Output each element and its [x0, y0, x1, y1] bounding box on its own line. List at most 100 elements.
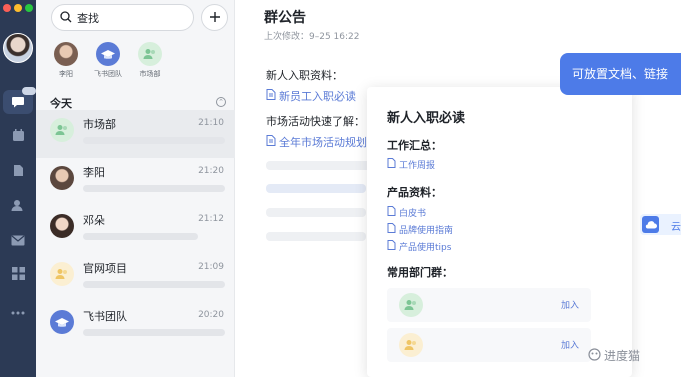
- pinned-label: 市场部: [139, 70, 161, 78]
- document-icon: [266, 89, 276, 103]
- chat-name: 邓朵: [83, 214, 105, 227]
- chat-name: 李阳: [83, 166, 105, 179]
- avatar: [138, 42, 162, 66]
- chat-time: 21:10: [198, 118, 224, 128]
- doc-link-label: 全年市场活动规划: [279, 136, 367, 149]
- chat-item[interactable]: 市场部 21:10: [36, 110, 235, 158]
- contacts-icon: [11, 197, 25, 216]
- cloud-label: 云: [671, 222, 681, 233]
- document-icon: [387, 223, 396, 236]
- app-rail: [0, 0, 36, 377]
- group-icon: [143, 45, 157, 64]
- chat-name: 市场部: [83, 118, 116, 131]
- chat-time: 21:20: [198, 166, 224, 176]
- watermark-logo-icon: [588, 347, 601, 364]
- chat-item[interactable]: 飞书团队 20:20: [36, 302, 235, 350]
- rail-messages[interactable]: [3, 87, 36, 114]
- group-row: 加入: [387, 288, 591, 322]
- page-title: 群公告: [264, 10, 306, 26]
- rail-apps[interactable]: [7, 265, 29, 283]
- group-icon: [404, 296, 418, 315]
- rail-docs[interactable]: [7, 162, 29, 180]
- card-section: 工作汇总：: [387, 139, 442, 152]
- pinned-item[interactable]: 飞书团队: [90, 42, 126, 79]
- add-button[interactable]: [201, 4, 228, 31]
- doc-link[interactable]: 新员工入职必读: [266, 88, 356, 104]
- avatar: [399, 333, 423, 357]
- placeholder-line: [266, 161, 376, 170]
- section-heading: 市场活动快速了解：: [266, 115, 365, 128]
- user-avatar[interactable]: [3, 33, 33, 63]
- doc-link[interactable]: 工作周报: [387, 158, 435, 171]
- message-preview: [83, 281, 225, 288]
- avatar: [50, 118, 74, 142]
- rail-more[interactable]: [7, 300, 29, 318]
- chat-time: 21:09: [198, 262, 224, 272]
- chat-time: 20:20: [198, 310, 224, 320]
- avatar: [54, 42, 78, 66]
- zoom-window-button[interactable]: [25, 4, 33, 12]
- chat-item[interactable]: 李阳 21:20: [36, 158, 235, 206]
- minimize-window-button[interactable]: [14, 4, 22, 12]
- join-button[interactable]: 加入: [561, 298, 579, 311]
- doc-link-label: 产品使用tips: [399, 243, 452, 253]
- doc-link[interactable]: 全年市场活动规划: [266, 134, 367, 150]
- more-dots-icon: [11, 300, 25, 319]
- pinned-label: 李阳: [59, 70, 73, 78]
- placeholder-line: [266, 208, 366, 217]
- card-section: 产品资料：: [387, 186, 442, 199]
- card-title: 新人入职必读: [387, 111, 466, 126]
- avatar: [50, 214, 74, 238]
- document-icon: [387, 158, 396, 171]
- chat-bubble-icon: [11, 93, 25, 112]
- doc-link-label: 白皮书: [399, 209, 427, 219]
- doc-link[interactable]: 品牌使用指南: [387, 223, 453, 236]
- card-section: 常用部门群：: [387, 266, 453, 279]
- close-window-button[interactable]: [3, 4, 11, 12]
- cloud-doc-tab[interactable]: 云: [640, 214, 681, 235]
- section-heading: 新人入职资料：: [266, 69, 343, 82]
- plus-icon: [209, 8, 221, 27]
- section-today: 今天: [50, 97, 72, 110]
- rail-mail[interactable]: [7, 231, 29, 249]
- collapse-icon[interactable]: ⌃: [216, 97, 226, 107]
- group-icon: [55, 121, 69, 140]
- last-modified: 上次修改：9–25 16:22: [264, 32, 360, 42]
- avatar: [50, 310, 74, 334]
- doc-link[interactable]: 白皮书: [387, 206, 426, 219]
- group-icon: [55, 265, 69, 284]
- rail-calendar[interactable]: [7, 127, 29, 145]
- doc-link-label: 品牌使用指南: [399, 226, 454, 236]
- doc-link[interactable]: 产品使用tips: [387, 240, 451, 253]
- chat-item[interactable]: 邓朵 21:12: [36, 206, 235, 254]
- graduation-cap-icon: [55, 313, 69, 332]
- pinned-chats: 李阳 飞书团队 市场部: [48, 42, 168, 79]
- watermark: 进度猫: [588, 347, 640, 364]
- docs-icon: [12, 162, 25, 181]
- search-box[interactable]: 查找: [51, 4, 194, 31]
- avatar: [50, 262, 74, 286]
- chat-item[interactable]: 官网项目 21:09: [36, 254, 235, 302]
- rail-contacts[interactable]: [7, 197, 29, 215]
- window-controls: [3, 4, 33, 12]
- chat-list-panel: 查找 李阳 飞书团队 市场部 今天 ⌃ 市场部 21:10 李阳 21:20 邓…: [36, 0, 235, 377]
- pinned-item[interactable]: 市场部: [132, 42, 168, 79]
- document-icon: [387, 240, 396, 253]
- group-row: 加入: [387, 328, 591, 362]
- avatar: [399, 293, 423, 317]
- pinned-item[interactable]: 李阳: [48, 42, 84, 79]
- placeholder-line: [266, 184, 366, 193]
- chat-time: 21:12: [198, 214, 224, 224]
- message-preview: [83, 329, 225, 336]
- join-button[interactable]: 加入: [561, 338, 579, 351]
- message-preview: [83, 185, 225, 192]
- group-icon: [404, 336, 418, 355]
- document-icon: [387, 206, 396, 219]
- chat-name: 飞书团队: [83, 310, 127, 323]
- message-preview: [83, 233, 198, 240]
- doc-link-label: 工作周报: [399, 161, 436, 171]
- doc-preview-card: 新人入职必读 工作汇总： 工作周报 产品资料： 白皮书 品牌使用指南 产品使用t…: [367, 87, 632, 377]
- message-preview: [83, 137, 225, 144]
- watermark-text: 进度猫: [604, 349, 641, 363]
- search-label: 查找: [77, 11, 99, 25]
